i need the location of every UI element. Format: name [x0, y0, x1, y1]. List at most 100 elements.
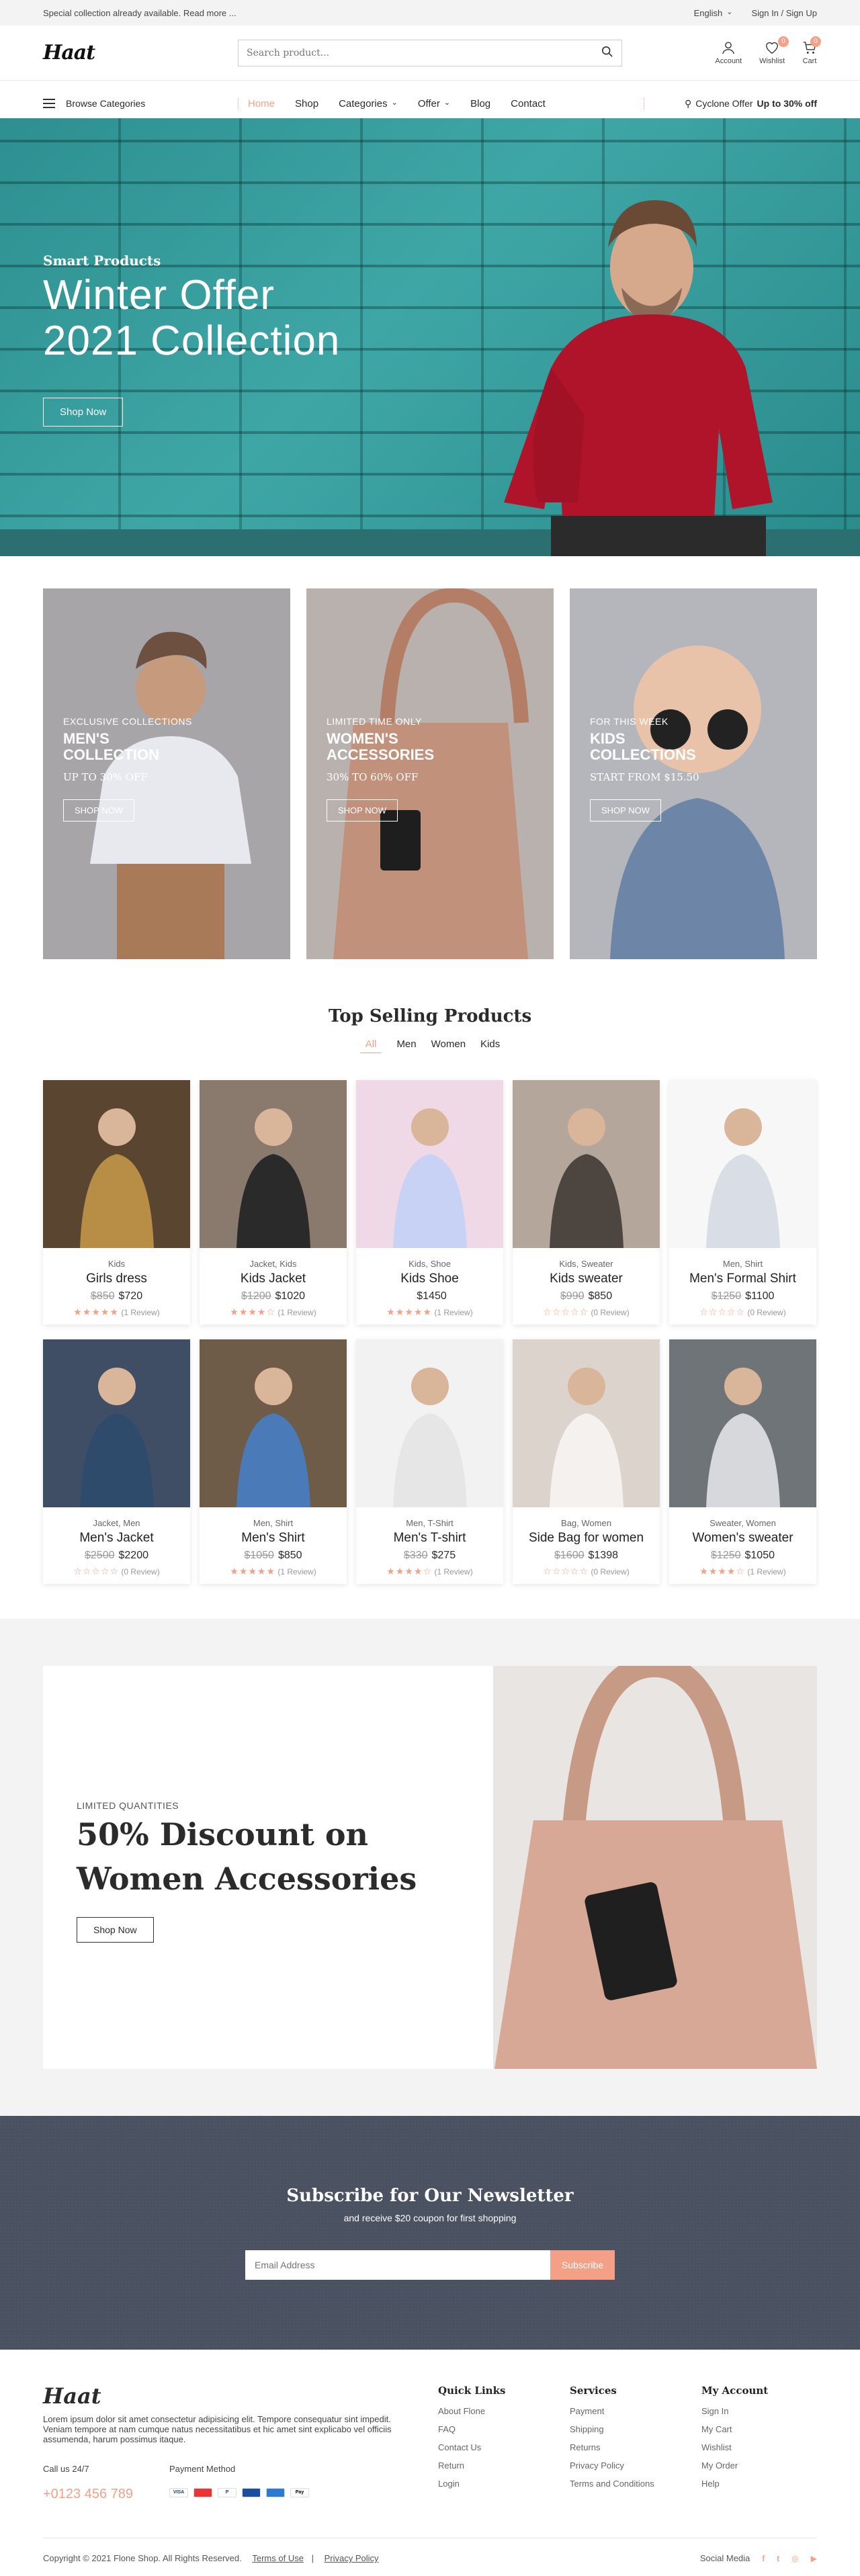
product-name[interactable]: Kids Shoe	[356, 1272, 503, 1286]
footer-link[interactable]: Terms and Conditions	[570, 2479, 654, 2489]
product-name[interactable]: Men's Formal Shirt	[669, 1272, 816, 1286]
product-image[interactable]	[669, 1339, 816, 1507]
discount-shop-now-button[interactable]: Shop Now	[77, 1917, 154, 1943]
product-name[interactable]: Men's Jacket	[43, 1531, 190, 1546]
product-category[interactable]: Jacket, Men	[43, 1518, 190, 1528]
footer-link[interactable]: My Cart	[701, 2424, 768, 2434]
footer-link[interactable]: Privacy Policy	[570, 2460, 654, 2471]
footer-link[interactable]: Wishlist	[701, 2442, 768, 2452]
announcement-link[interactable]: Special collection already available. Re…	[43, 8, 236, 18]
facebook-icon[interactable]: f	[762, 2554, 765, 2563]
language-select[interactable]: English	[694, 8, 733, 18]
cart-button[interactable]: Cart 0	[802, 36, 821, 65]
product-category[interactable]: Bag, Women	[513, 1518, 660, 1528]
product-image[interactable]	[200, 1080, 347, 1248]
product-name[interactable]: Men's T-shirt	[356, 1531, 503, 1546]
product-card[interactable]: Jacket, Kids Kids Jacket $1200 $1020 ★★★★…	[200, 1080, 347, 1325]
product-category[interactable]: Kids	[43, 1259, 190, 1269]
tab-women[interactable]: Women	[431, 1038, 466, 1053]
logo[interactable]: Haat	[43, 41, 238, 64]
product-image[interactable]	[513, 1339, 660, 1507]
product-image[interactable]	[356, 1339, 503, 1507]
product-card[interactable]: Kids Girls dress $850 $720 ★★★★★ (1 Revie…	[43, 1080, 190, 1325]
product-category[interactable]: Kids, Shoe	[356, 1259, 503, 1269]
product-name[interactable]: Kids sweater	[513, 1272, 660, 1286]
product-name[interactable]: Women's sweater	[669, 1531, 816, 1546]
product-card[interactable]: Kids, Sweater Kids sweater $990 $850 ☆☆☆☆…	[513, 1080, 660, 1325]
product-rating: ★★★★☆ (1 Review)	[200, 1306, 347, 1318]
product-image[interactable]	[43, 1339, 190, 1507]
product-card[interactable]: Bag, Women Side Bag for women $1600 $1398…	[513, 1339, 660, 1584]
product-image[interactable]	[669, 1080, 816, 1248]
footer-link[interactable]: Shipping	[570, 2424, 654, 2434]
nav-item-categories[interactable]: Categories	[339, 98, 398, 109]
product-card[interactable]: Kids, Shoe Kids Shoe $1450 ★★★★★ (1 Revi…	[356, 1080, 503, 1325]
footer-link[interactable]: FAQ	[438, 2424, 505, 2434]
youtube-icon[interactable]: ▶	[811, 2554, 817, 2563]
shop-now-button[interactable]: SHOP NOW	[63, 799, 134, 821]
tab-all[interactable]: All	[359, 1038, 382, 1053]
privacy-link[interactable]: Privacy Policy	[325, 2553, 379, 2563]
twitter-icon[interactable]: t	[777, 2554, 779, 2563]
nav-item-home[interactable]: Home	[248, 98, 275, 109]
product-image[interactable]	[200, 1339, 347, 1507]
footer-link[interactable]: My Order	[701, 2460, 768, 2471]
nav-item-shop[interactable]: Shop	[295, 98, 318, 109]
phone-number[interactable]: +0123 456 789	[43, 2487, 133, 2502]
product-card[interactable]: Men, Shirt Men's Formal Shirt $1250 $1100…	[669, 1080, 816, 1325]
footer-logo[interactable]: Haat	[43, 2383, 101, 2409]
nav-item-offer[interactable]: Offer	[418, 98, 450, 109]
footer-link[interactable]: Contact Us	[438, 2442, 505, 2452]
tab-men[interactable]: Men	[396, 1038, 416, 1053]
category-card-men[interactable]: EXCLUSIVE COLLECTIONS MEN'S COLLECTION U…	[43, 588, 290, 959]
category-text-men: EXCLUSIVE COLLECTIONS MEN'S COLLECTION U…	[63, 716, 198, 821]
footer-link[interactable]: Payment	[570, 2406, 654, 2416]
wishlist-button[interactable]: Wishlist 0	[759, 36, 789, 65]
sign-in-link[interactable]: Sign In / Sign Up	[751, 8, 817, 18]
account-label: Account	[715, 57, 742, 65]
cyclone-offer[interactable]: ⚲ Cyclone Offer Up to 30% off	[643, 97, 817, 109]
product-category[interactable]: Kids, Sweater	[513, 1259, 660, 1269]
product-price-row: $1450	[356, 1290, 503, 1302]
browse-categories-button[interactable]: Browse Categories	[43, 96, 238, 111]
shop-now-button[interactable]: SHOP NOW	[590, 799, 661, 821]
product-category[interactable]: Men, Shirt	[200, 1518, 347, 1528]
subscribe-button[interactable]: Subscribe	[550, 2250, 615, 2280]
product-name[interactable]: Men's Shirt	[200, 1531, 347, 1546]
product-category[interactable]: Sweater, Women	[669, 1518, 816, 1528]
product-image[interactable]	[356, 1080, 503, 1248]
footer-link[interactable]: Help	[701, 2479, 768, 2489]
product-card[interactable]: Men, Shirt Men's Shirt $1050 $850 ★★★★★ (…	[200, 1339, 347, 1584]
search-icon[interactable]	[601, 46, 613, 60]
category-card-women[interactable]: LIMITED TIME ONLY WOMEN'S ACCESSORIES 30…	[306, 588, 554, 959]
footer-link[interactable]: Return	[438, 2460, 505, 2471]
footer-link[interactable]: Returns	[570, 2442, 654, 2452]
product-name[interactable]: Side Bag for women	[513, 1531, 660, 1546]
search-bar	[238, 39, 622, 66]
product-card[interactable]: Jacket, Men Men's Jacket $2500 $2200 ☆☆☆☆…	[43, 1339, 190, 1584]
search-input[interactable]	[247, 47, 577, 58]
product-card[interactable]: Sweater, Women Women's sweater $1250 $105…	[669, 1339, 816, 1584]
product-name[interactable]: Kids Jacket	[200, 1272, 347, 1286]
instagram-icon[interactable]: ◎	[791, 2554, 798, 2563]
tab-kids[interactable]: Kids	[480, 1038, 500, 1053]
email-field[interactable]	[245, 2250, 550, 2280]
product-image[interactable]	[513, 1080, 660, 1248]
footer-column-title: My Account	[701, 2385, 769, 2397]
product-card[interactable]: Men, T-Shirt Men's T-shirt $330 $275 ★★★★…	[356, 1339, 503, 1584]
shop-now-button[interactable]: SHOP NOW	[327, 799, 398, 821]
footer-link[interactable]: About Flone	[438, 2406, 505, 2416]
product-category[interactable]: Jacket, Kids	[200, 1259, 347, 1269]
footer-link[interactable]: Sign In	[701, 2406, 768, 2416]
nav-item-blog[interactable]: Blog	[470, 98, 490, 109]
account-button[interactable]: Account	[715, 40, 742, 65]
nav-item-contact[interactable]: Contact	[511, 98, 546, 109]
product-category[interactable]: Men, T-Shirt	[356, 1518, 503, 1528]
terms-link[interactable]: Terms of Use	[252, 2553, 304, 2563]
footer-link[interactable]: Login	[438, 2479, 505, 2489]
product-name[interactable]: Girls dress	[43, 1272, 190, 1286]
product-image[interactable]	[43, 1080, 190, 1248]
product-category[interactable]: Men, Shirt	[669, 1259, 816, 1269]
category-card-kids[interactable]: FOR THIS WEEK KIDS COLLECTIONS START FRO…	[570, 588, 817, 959]
hero-shop-now-button[interactable]: Shop Now	[43, 398, 124, 427]
